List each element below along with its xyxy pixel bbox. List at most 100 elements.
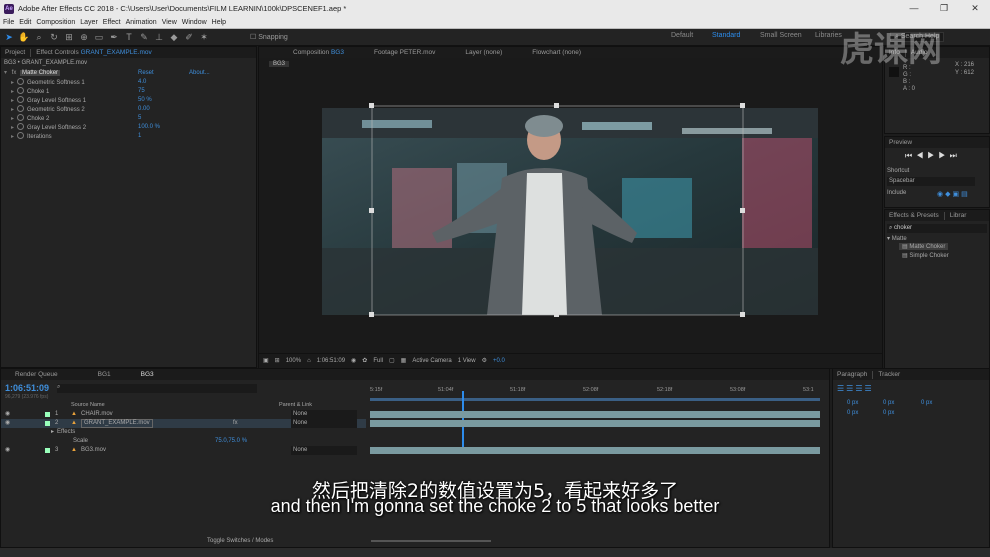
fx-icon[interactable]: fx (233, 419, 238, 428)
stopwatch-icon[interactable] (17, 132, 24, 139)
tab-effect-controls[interactable]: Effect Controls GRANT_EXAMPLE.mov (36, 49, 152, 56)
tab-flowchart[interactable]: Flowchart (none) (532, 49, 581, 56)
layer-name[interactable]: GRANT_EXAMPLE.mov (81, 419, 153, 428)
menu-effect[interactable]: Effect (103, 19, 121, 26)
audio-toggle-icon[interactable]: ◆ (945, 191, 952, 198)
stopwatch-icon[interactable] (17, 78, 24, 85)
render-icon[interactable]: ⚙ (482, 357, 487, 364)
space-after-field[interactable]: 0 px (883, 410, 894, 416)
eraser-tool-icon[interactable]: ◆ (168, 31, 180, 43)
parent-select[interactable]: None (291, 419, 357, 428)
property-value[interactable]: 75 (138, 87, 145, 96)
reset-link[interactable]: Reset (138, 69, 154, 78)
pen-tool-icon[interactable]: ✒ (108, 31, 120, 43)
indent-first-field[interactable]: 0 px (921, 400, 932, 406)
property-value[interactable]: 0.00 (138, 105, 150, 114)
grid-icon[interactable]: ⊞ (275, 357, 280, 364)
label-color-icon[interactable] (45, 421, 50, 426)
camera-tool-icon[interactable]: ⊞ (63, 31, 75, 43)
time-ruler[interactable]: 5:15f 51:04f 51:18f 52:08f 52:18f 53:08f… (370, 387, 820, 397)
layer-bounding-box[interactable] (368, 103, 748, 318)
prev-frame-icon[interactable]: ◀ (916, 151, 927, 160)
effects-group-row[interactable]: ▸ Effects (1, 428, 366, 437)
tab-footage[interactable]: Footage PETER.mov (374, 49, 435, 56)
layer-row-2[interactable]: ◉ 2 ▲ GRANT_EXAMPLE.mov fx None (1, 419, 366, 428)
rectangle-tool-icon[interactable]: ▭ (93, 31, 105, 43)
tab-layer[interactable]: Layer (none) (465, 49, 502, 56)
stopwatch-icon[interactable] (17, 123, 24, 130)
next-frame-icon[interactable]: ▶ (938, 151, 949, 160)
type-tool-icon[interactable]: T (123, 31, 135, 43)
parent-select[interactable]: None (291, 446, 357, 455)
tab-preview[interactable]: Preview (889, 139, 912, 146)
justify-icon[interactable]: ☰ (865, 384, 874, 393)
layer-name[interactable]: BG3.mov (81, 446, 106, 455)
stopwatch-icon[interactable] (17, 114, 24, 121)
zoom-tool-icon[interactable]: ⌕ (33, 31, 45, 43)
layer-duration-bar-3[interactable] (370, 447, 820, 454)
align-left-icon[interactable]: ☰ (837, 384, 846, 393)
rotate-tool-icon[interactable]: ↻ (48, 31, 60, 43)
stopwatch-icon[interactable] (17, 87, 24, 94)
tab-effects-presets[interactable]: Effects & Presets (889, 212, 939, 219)
close-button[interactable]: ✕ (960, 0, 990, 17)
layer-name[interactable]: CHAIR.mov (81, 410, 113, 419)
camera-icon[interactable]: ◉ (351, 357, 356, 364)
twirl-down-icon[interactable]: ▾ (4, 69, 10, 78)
property-value[interactable]: 100.0 % (138, 123, 160, 132)
zoom-select[interactable]: 100% (286, 358, 301, 364)
layer-row-3[interactable]: ◉ 3 ▲ BG3.mov None (1, 446, 366, 455)
menu-composition[interactable]: Composition (36, 19, 75, 26)
brush-tool-icon[interactable]: ✎ (138, 31, 150, 43)
tab-paragraph[interactable]: Paragraph (837, 371, 867, 378)
property-value[interactable]: 5 (138, 114, 141, 123)
minimize-button[interactable]: — (899, 0, 929, 17)
align-right-icon[interactable]: ☰ (855, 384, 864, 393)
workspace-small-screen[interactable]: Small Screen (760, 32, 802, 39)
tab-project[interactable]: Project (5, 49, 25, 56)
tab-tracker[interactable]: Tracker (878, 371, 900, 378)
comp-breadcrumb[interactable]: BG3 (269, 61, 290, 67)
label-color-icon[interactable] (45, 448, 50, 453)
timeline-search-input[interactable]: ⌕ (57, 384, 257, 393)
toggle-switches-modes[interactable]: Toggle Switches / Modes (207, 538, 273, 544)
effects-search-input[interactable]: ⌕ choker (887, 224, 987, 233)
property-value[interactable]: 4.0 (138, 78, 146, 87)
timeline-timecode[interactable]: 1:06:51:09 (5, 383, 49, 393)
hand-tool-icon[interactable]: ✋ (18, 31, 30, 43)
transparency-icon[interactable]: ▦ (401, 357, 407, 364)
overlay-toggle-icon[interactable]: ▣ (953, 191, 962, 198)
workspace-standard[interactable]: Standard (712, 32, 740, 39)
snapshot-icon[interactable]: ⌂ (307, 358, 311, 364)
tab-libraries[interactable]: Librar (950, 212, 967, 219)
workspace-default[interactable]: Default (671, 32, 693, 39)
shortcut-select[interactable]: Spacebar (887, 177, 975, 186)
first-frame-icon[interactable]: ⏮ (905, 151, 916, 160)
layer-row-1[interactable]: ◉ 1 ▲ CHAIR.mov None (1, 410, 366, 419)
property-value[interactable]: 1 (138, 132, 141, 141)
tab-bg1[interactable]: BG1 (98, 371, 111, 378)
color-icon[interactable]: ✿ (362, 357, 367, 364)
always-preview-icon[interactable]: ▣ (263, 357, 269, 364)
layer-controls-icon[interactable]: ▤ (961, 191, 970, 198)
viewer-timecode[interactable]: 1:06:51:09 (317, 358, 345, 364)
menu-help[interactable]: Help (212, 19, 226, 26)
stopwatch-icon[interactable] (17, 96, 24, 103)
effect-item-matte-choker[interactable]: ▤ Matte Choker (899, 243, 949, 250)
video-toggle-icon[interactable]: ◉ (937, 191, 945, 198)
layer-duration-bar-1[interactable] (370, 411, 820, 418)
selection-tool-icon[interactable]: ➤ (3, 31, 15, 43)
play-icon[interactable]: ▶ (927, 151, 938, 160)
twirl-right-icon[interactable]: ▸ (51, 428, 54, 437)
scale-row[interactable]: Scale 75.0,75.0 % (1, 437, 366, 446)
effect-name[interactable]: Matte Choker (20, 70, 61, 76)
visibility-icon[interactable]: ◉ (5, 410, 10, 419)
menu-window[interactable]: Window (182, 19, 207, 26)
work-area-bar[interactable] (370, 398, 820, 401)
menu-edit[interactable]: Edit (19, 19, 31, 26)
menu-view[interactable]: View (162, 19, 177, 26)
puppet-pin-tool-icon[interactable]: ✶ (198, 31, 210, 43)
views-select[interactable]: 1 View (458, 358, 476, 364)
label-color-icon[interactable] (45, 412, 50, 417)
zoom-slider[interactable] (371, 540, 491, 542)
